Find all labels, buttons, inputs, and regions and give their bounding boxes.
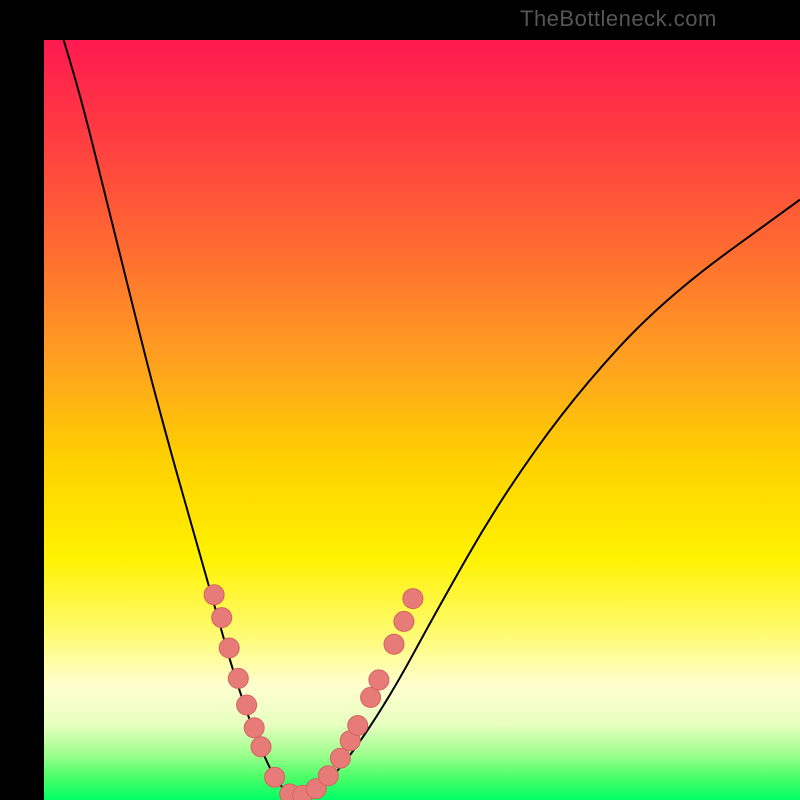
curve-marker <box>212 608 232 628</box>
chart-svg <box>0 0 800 800</box>
curve-marker <box>265 767 285 787</box>
curve-marker <box>204 585 224 605</box>
bottleneck-curve-path <box>59 25 800 795</box>
curve-marker <box>237 695 257 715</box>
curve-marker <box>219 638 239 658</box>
curve-marker <box>318 766 338 786</box>
curve-marker <box>403 589 423 609</box>
curve-marker <box>244 718 264 738</box>
curve-marker <box>348 716 368 736</box>
curve-marker <box>369 670 389 690</box>
curve-marker <box>394 611 414 631</box>
curve-marker <box>251 737 271 757</box>
curve-marker <box>361 687 381 707</box>
marker-group <box>204 585 423 800</box>
curve-marker <box>330 748 350 768</box>
curve-marker <box>384 634 404 654</box>
curve-marker <box>228 668 248 688</box>
chart-frame: TheBottleneck.com <box>0 0 800 800</box>
